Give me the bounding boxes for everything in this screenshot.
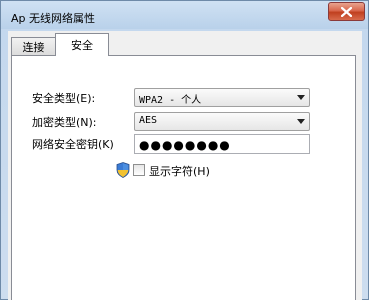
- close-icon: [341, 6, 352, 17]
- properties-dialog: Ap 无线网络属性 连接 安全 安全类型(E): WPA2 - 个人 加密类型(…: [0, 0, 369, 300]
- security-type-label: 安全类型(E):: [32, 92, 96, 105]
- network-key-masked-value: ●●●●●●●●: [139, 138, 231, 152]
- security-type-select[interactable]: WPA2 - 个人: [134, 88, 310, 107]
- tab-security-label: 安全: [71, 39, 93, 52]
- dialog-client-area: 连接 安全 安全类型(E): WPA2 - 个人 加密类型(N): AES 网络…: [8, 31, 362, 300]
- tab-connection-label: 连接: [22, 40, 45, 54]
- tab-security[interactable]: 安全: [55, 33, 109, 56]
- security-type-value: WPA2 - 个人: [139, 95, 202, 106]
- chevron-down-icon: [297, 95, 305, 100]
- show-characters-label[interactable]: 显示字符(H): [149, 163, 210, 179]
- network-key-label: 网络安全密钥(K): [32, 138, 114, 151]
- title-bar[interactable]: Ap 无线网络属性: [1, 1, 368, 31]
- encryption-type-value: AES: [139, 115, 158, 126]
- window-title: Ap 无线网络属性: [11, 12, 96, 25]
- encryption-type-label: 加密类型(N):: [32, 116, 97, 129]
- tab-strip: 连接 安全: [8, 31, 362, 56]
- chevron-down-icon: [297, 119, 305, 124]
- shield-icon: [116, 162, 130, 178]
- tab-connection[interactable]: 连接: [11, 37, 56, 55]
- encryption-type-select[interactable]: AES: [134, 112, 310, 131]
- network-key-input[interactable]: ●●●●●●●●: [134, 134, 310, 154]
- security-tab-panel: 安全类型(E): WPA2 - 个人 加密类型(N): AES 网络安全密钥(K…: [11, 55, 356, 300]
- close-button[interactable]: [328, 2, 365, 21]
- show-characters-checkbox[interactable]: [133, 164, 145, 176]
